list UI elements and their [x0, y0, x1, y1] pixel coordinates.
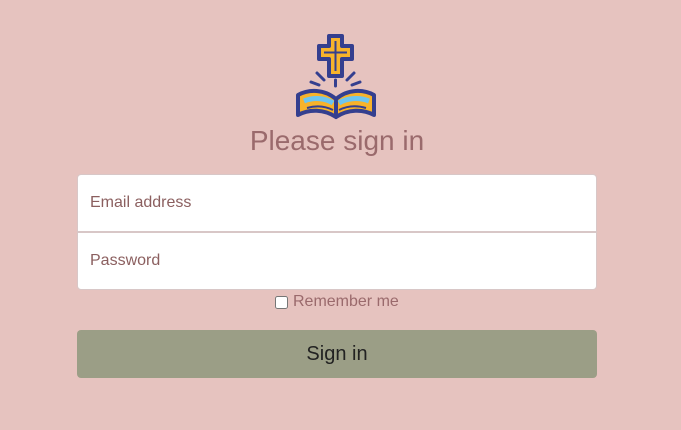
password-field[interactable] [77, 232, 597, 290]
remember-me-option[interactable]: Remember me [275, 291, 399, 313]
cross-bible-icon [294, 33, 380, 121]
sign-in-form: Remember me Sign in [77, 174, 597, 378]
remember-me-checkbox[interactable] [275, 295, 288, 309]
email-field[interactable] [77, 174, 597, 232]
page-title: Please sign in [249, 125, 425, 156]
sign-in-button[interactable]: Sign in [77, 330, 597, 378]
remember-me-label: Remember me [293, 293, 399, 310]
